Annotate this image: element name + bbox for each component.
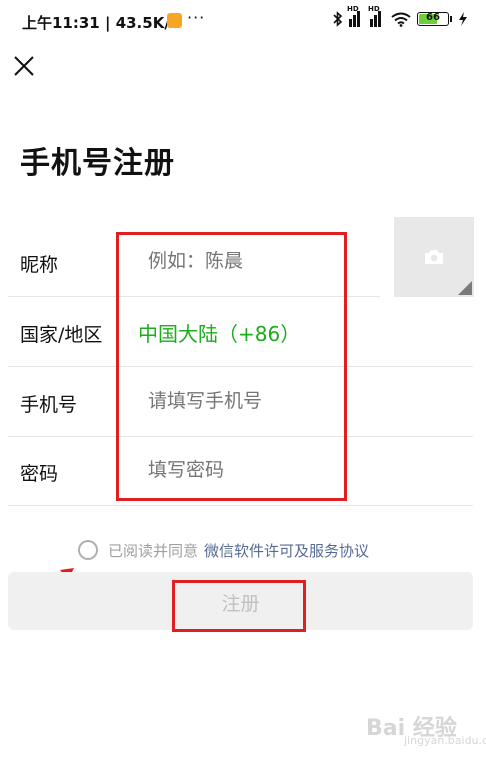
bluetooth-icon: [333, 11, 343, 27]
status-time: 上午11:31 | 43.5K/s: [22, 14, 179, 32]
region-label: 国家/地区: [20, 324, 103, 346]
divider: [8, 505, 473, 506]
agreement-text: 已阅读并同意: [108, 541, 199, 560]
battery-level: 66: [426, 12, 440, 23]
close-icon: [14, 56, 34, 76]
region-value[interactable]: 中国大陆（+86）: [138, 318, 300, 347]
register-button[interactable]: 注册: [8, 572, 473, 630]
battery-cap: [450, 16, 452, 22]
password-input[interactable]: [146, 459, 350, 483]
status-icons: HD HD 66: [333, 5, 468, 27]
agreement-row: 已阅读并同意 微信软件许可及服务协议: [78, 537, 369, 563]
divider: [8, 366, 473, 367]
agreement-checkbox[interactable]: [78, 540, 98, 560]
battery-icon: 66: [417, 12, 449, 26]
nickname-row: 昵称: [8, 228, 380, 298]
close-button[interactable]: [12, 54, 36, 78]
avatar-corner-mark: [458, 281, 472, 295]
watermark-url: jingyan.baidu.com: [404, 734, 486, 747]
signal-1-icon: HD: [347, 5, 364, 27]
more-notifications-icon: ···: [187, 8, 206, 27]
nickname-input[interactable]: [146, 250, 350, 274]
phone-row: 手机号: [8, 368, 473, 438]
status-bar: 上午11:31 | 43.5K/s ··· HD HD 66: [0, 0, 486, 44]
wifi-icon: [391, 12, 411, 27]
password-label: 密码: [20, 463, 59, 485]
phone-input[interactable]: [146, 390, 350, 414]
camera-icon: [425, 250, 443, 264]
divider: [8, 296, 380, 297]
password-row: 密码: [8, 437, 473, 507]
signal-2-icon: HD: [368, 5, 385, 27]
nickname-label: 昵称: [20, 254, 59, 276]
page-title: 手机号注册: [20, 146, 175, 181]
charging-icon: [459, 12, 467, 26]
notification-icon: [167, 13, 182, 28]
region-row[interactable]: 国家/地区 中国大陆（+86）: [8, 298, 473, 368]
agreement-link[interactable]: 微信软件许可及服务协议: [204, 540, 369, 561]
avatar-upload-button[interactable]: [394, 217, 474, 297]
register-button-label: 注册: [221, 593, 260, 615]
phone-label: 手机号: [20, 394, 78, 416]
